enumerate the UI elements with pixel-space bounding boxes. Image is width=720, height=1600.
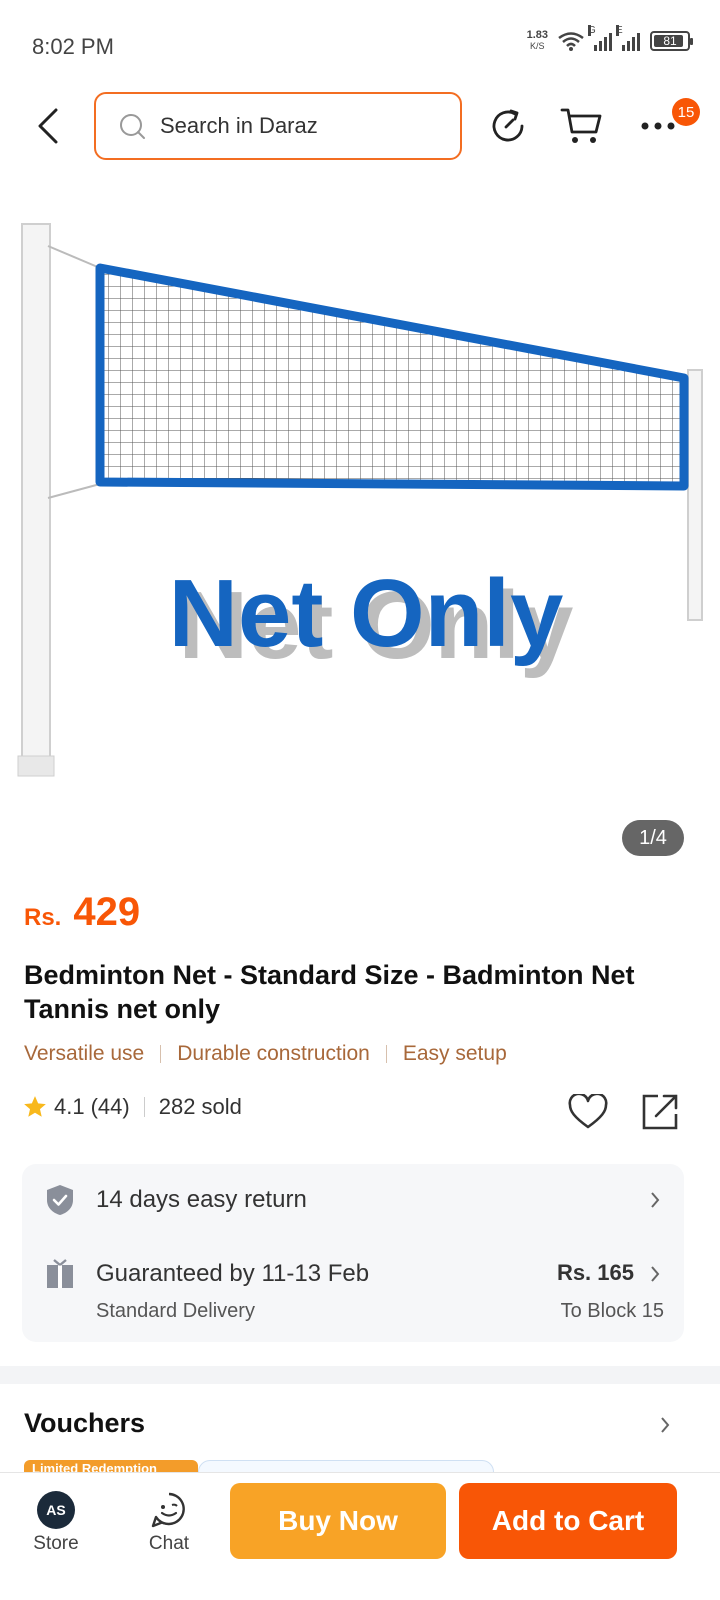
price-value: 429	[73, 890, 141, 934]
vouchers-chevron-icon[interactable]	[656, 1412, 674, 1438]
search-icon	[120, 114, 145, 139]
store-button[interactable]: AS Store	[16, 1491, 96, 1555]
delivery-box-icon	[44, 1258, 76, 1290]
top-header: Search in Daraz	[0, 90, 720, 162]
tag-separator	[160, 1045, 162, 1063]
status-icons: 1.83 K/S G E 81	[526, 25, 693, 52]
history-button[interactable]	[486, 104, 530, 148]
add-to-cart-button[interactable]: Add to Cart	[459, 1483, 677, 1559]
delivery-row[interactable]: Guaranteed by 11-13 Feb Standard Deliver…	[22, 1248, 684, 1342]
service-card: 14 days easy return Guaranteed by 11-13 …	[22, 1164, 684, 1342]
rating-count: (44)	[90, 1094, 130, 1119]
heart-icon	[568, 1094, 608, 1129]
buy-now-button[interactable]: Buy Now	[230, 1483, 446, 1559]
tag-easy-setup: Easy setup	[402, 1042, 507, 1065]
return-policy-row[interactable]: 14 days easy return	[22, 1164, 684, 1236]
product-tags: Versatile use Durable construction Easy …	[24, 1042, 507, 1066]
tag-versatile-use: Versatile use	[24, 1042, 145, 1065]
sold-count: 282 sold	[158, 1094, 242, 1119]
section-divider	[0, 1366, 720, 1384]
share-button[interactable]	[638, 1090, 682, 1134]
chat-icon	[151, 1492, 185, 1528]
status-bar: 8:02 PM 1.83 K/S G E 81	[0, 0, 720, 90]
cart-button[interactable]	[560, 104, 604, 148]
history-icon	[492, 109, 524, 142]
delivery-location: To Block 15	[560, 1300, 664, 1322]
notification-badge: 15	[672, 98, 700, 126]
delivery-type: Standard Delivery	[96, 1300, 255, 1322]
wishlist-button[interactable]	[566, 1090, 610, 1134]
image-page-indicator: 1/4	[622, 820, 684, 856]
search-input[interactable]: Search in Daraz	[94, 92, 462, 160]
back-button[interactable]	[30, 104, 66, 148]
chat-button[interactable]: Chat	[129, 1491, 209, 1555]
signal-icon-sim2: E	[616, 25, 640, 51]
delivery-guarantee: Guaranteed by 11-13 Feb	[96, 1260, 370, 1287]
chevron-right-icon	[646, 1262, 664, 1286]
back-arrow-icon	[38, 108, 58, 144]
product-image[interactable]: Net Only Net Only	[0, 190, 720, 880]
search-placeholder: Search in Daraz	[160, 113, 318, 138]
star-icon	[24, 1096, 46, 1117]
badminton-net-image: Net Only Net Only	[17, 223, 703, 777]
vouchers-title[interactable]: Vouchers	[24, 1408, 145, 1439]
rating-row[interactable]: 4.1 (44) 282 sold	[22, 1094, 242, 1120]
shield-check-icon	[44, 1184, 76, 1216]
network-speed: 1.83 K/S	[526, 29, 548, 52]
battery-icon: 81	[650, 31, 693, 51]
tag-durable-construction: Durable construction	[177, 1042, 370, 1065]
cart-icon	[560, 108, 602, 143]
signal-icon-sim1: G	[588, 25, 612, 51]
price-currency: Rs.	[24, 904, 62, 931]
rating-divider	[143, 1097, 145, 1117]
return-policy-text: 14 days easy return	[96, 1186, 307, 1213]
chevron-right-icon	[646, 1188, 664, 1212]
net-only-caption: Net Only	[169, 560, 564, 667]
store-label: Store	[33, 1533, 79, 1554]
product-title: Bedminton Net - Standard Size - Badminto…	[24, 960, 635, 1024]
more-icon	[641, 122, 675, 130]
status-time: 8:02 PM	[32, 34, 114, 59]
wifi-icon	[558, 32, 584, 51]
chat-label: Chat	[148, 1533, 190, 1554]
store-logo: AS	[37, 1491, 75, 1529]
tag-separator	[385, 1045, 387, 1063]
product-price: Rs. 429	[24, 890, 140, 935]
bottom-action-bar: AS Store Chat Buy Now Add to Cart	[0, 1472, 720, 1600]
rating-value: 4.1	[54, 1094, 85, 1119]
share-icon	[642, 1094, 678, 1130]
delivery-fee: Rs. 165	[556, 1260, 634, 1285]
